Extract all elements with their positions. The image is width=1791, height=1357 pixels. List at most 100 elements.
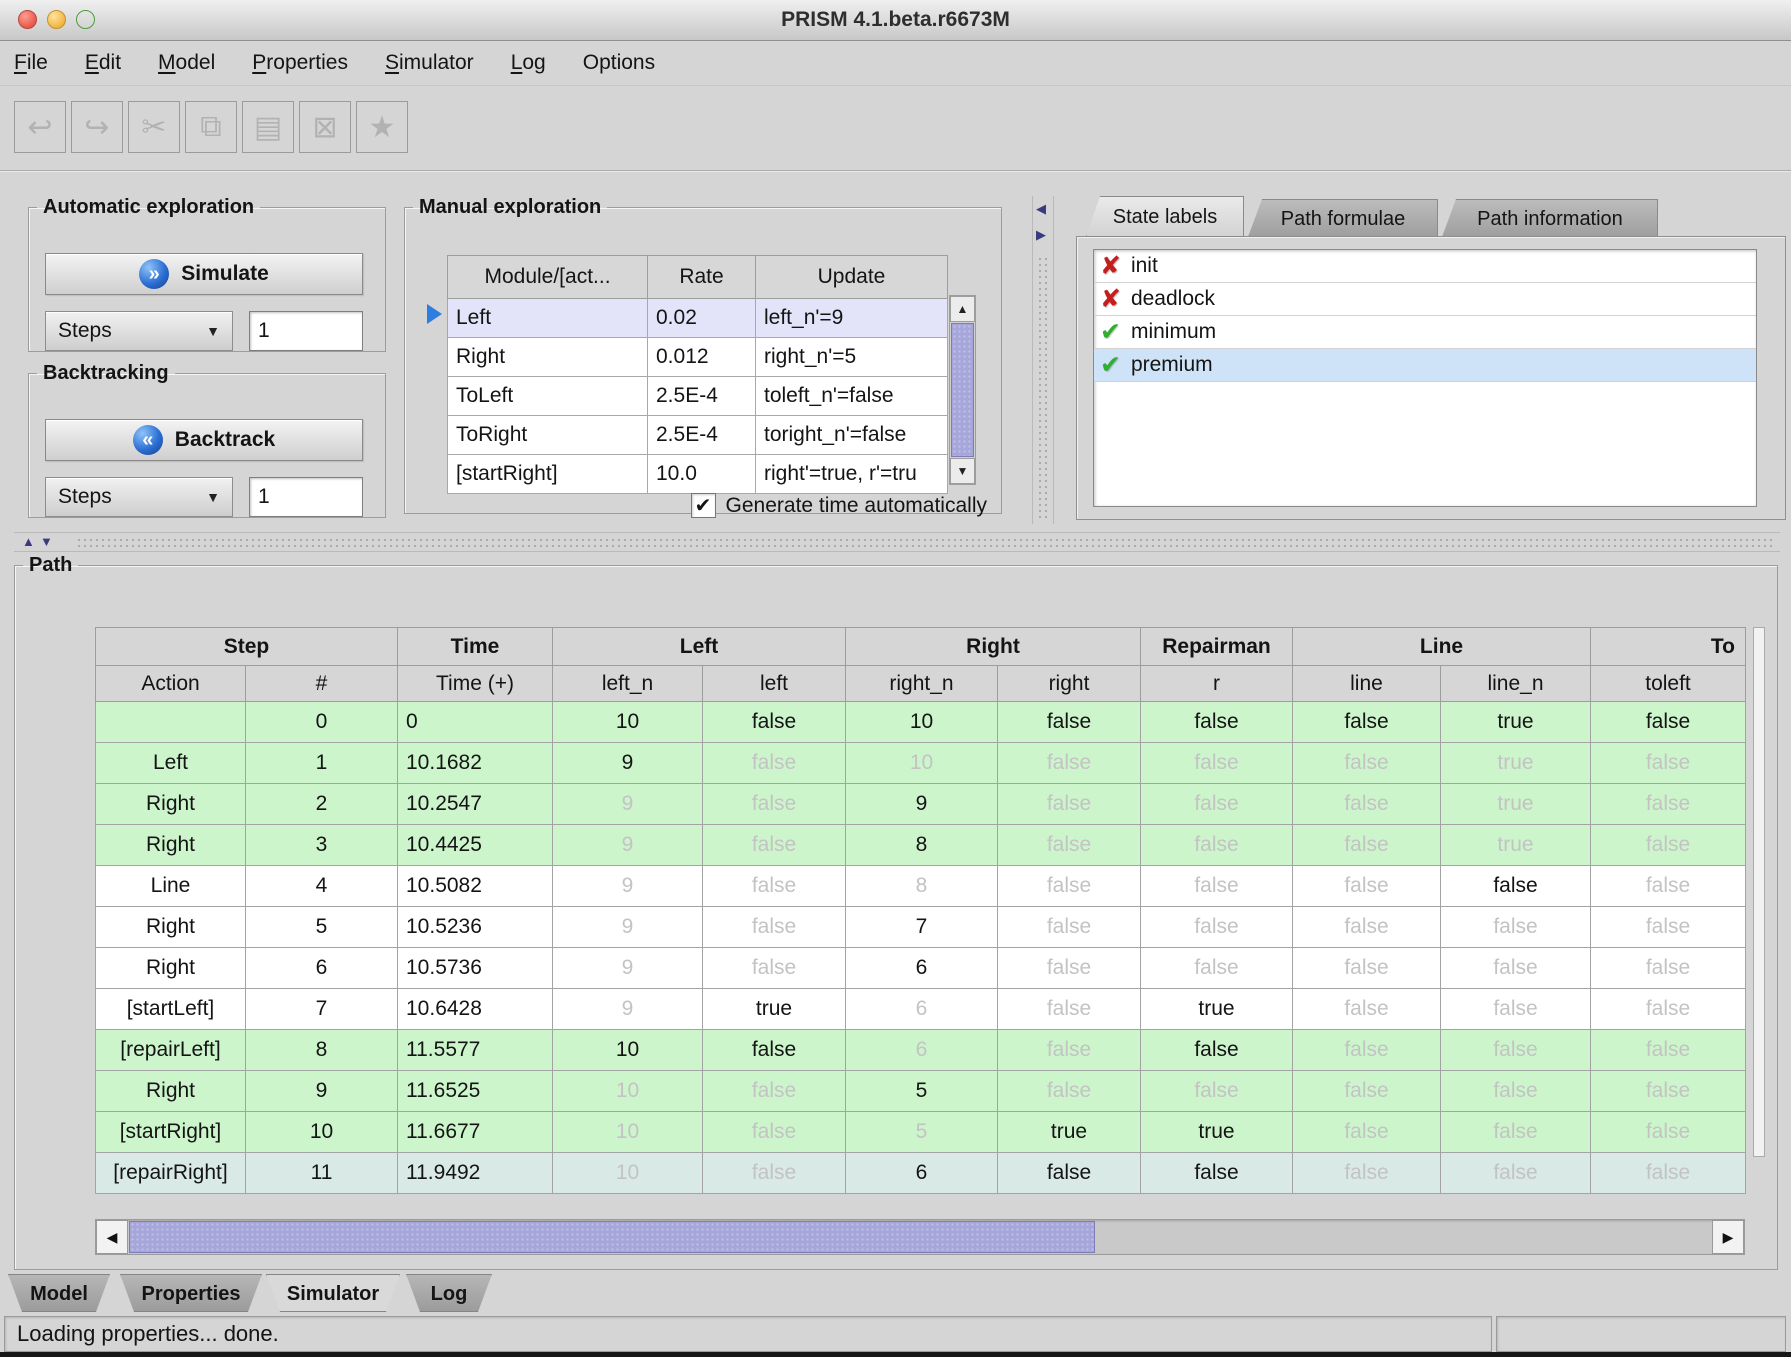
tab-path-information[interactable]: Path information — [1442, 199, 1658, 237]
path-cell[interactable]: false — [1441, 1071, 1591, 1112]
path-cell[interactable]: 10 — [846, 702, 998, 743]
state-label-premium[interactable]: ✔premium — [1094, 349, 1756, 382]
manual-cell[interactable]: 2.5E-4 — [648, 377, 756, 416]
path-cell[interactable] — [96, 702, 246, 743]
backtrack-button[interactable]: « Backtrack — [45, 419, 363, 461]
manual-transition-row[interactable]: [startRight]10.0right'=true, r'=tru — [448, 455, 948, 494]
delete-button[interactable]: ⊠ — [299, 101, 351, 153]
path-cell[interactable]: 10.6428 — [398, 989, 553, 1030]
path-cell[interactable]: Left — [96, 743, 246, 784]
path-cell[interactable]: false — [703, 1153, 846, 1194]
path-cell[interactable]: false — [1293, 743, 1441, 784]
path-cell[interactable]: false — [1591, 825, 1746, 866]
path-cell[interactable]: false — [703, 866, 846, 907]
path-cell[interactable]: [startLeft] — [96, 989, 246, 1030]
manual-cell[interactable]: ToRight — [448, 416, 648, 455]
path-cell[interactable]: false — [1141, 825, 1293, 866]
path-cell[interactable]: false — [1141, 702, 1293, 743]
path-cell[interactable]: false — [1441, 907, 1591, 948]
path-cell[interactable]: false — [1293, 702, 1441, 743]
path-cell[interactable]: false — [703, 743, 846, 784]
path-cell[interactable]: false — [703, 1071, 846, 1112]
tab-path-formulae[interactable]: Path formulae — [1248, 199, 1438, 237]
path-cell[interactable]: Right — [96, 825, 246, 866]
path-cell[interactable]: 7 — [246, 989, 398, 1030]
menu-log[interactable]: Log — [511, 51, 546, 75]
path-cell[interactable]: false — [998, 989, 1141, 1030]
collapse-up-icon[interactable]: ▲ — [22, 535, 35, 548]
path-cell[interactable]: 1 — [246, 743, 398, 784]
path-cell[interactable]: true — [1441, 784, 1591, 825]
manual-cell[interactable]: toright_n'=false — [756, 416, 948, 455]
path-cell[interactable]: 9 — [553, 866, 703, 907]
path-cell[interactable]: false — [703, 948, 846, 989]
path-cell[interactable]: 9 — [553, 989, 703, 1030]
manual-cell[interactable]: Left — [448, 299, 648, 338]
path-cell[interactable]: false — [1293, 1153, 1441, 1194]
path-cell[interactable]: false — [1293, 1030, 1441, 1071]
manual-transition-row[interactable]: Left0.02left_n'=9 — [448, 299, 948, 338]
path-cell[interactable]: false — [1141, 784, 1293, 825]
path-step-row[interactable]: Right510.52369false7falsefalsefalsefalse… — [96, 907, 1746, 948]
scroll-right-icon[interactable]: ▶ — [1712, 1220, 1744, 1254]
path-cell[interactable]: 9 — [553, 825, 703, 866]
tab-log[interactable]: Log — [406, 1274, 492, 1312]
menu-properties[interactable]: Properties — [252, 51, 348, 75]
path-cell[interactable]: false — [998, 1153, 1141, 1194]
path-cell[interactable]: false — [998, 825, 1141, 866]
path-cell[interactable]: 10 — [553, 1153, 703, 1194]
collapse-down-icon[interactable]: ▼ — [40, 535, 53, 548]
path-cell[interactable]: 11.6677 — [398, 1112, 553, 1153]
path-cell[interactable]: 11 — [246, 1153, 398, 1194]
path-cell[interactable]: true — [1441, 825, 1591, 866]
path-cell[interactable]: false — [1591, 784, 1746, 825]
path-cell[interactable]: 10 — [553, 1112, 703, 1153]
path-cell[interactable]: 11.5577 — [398, 1030, 553, 1071]
path-cell[interactable]: true — [1141, 1112, 1293, 1153]
path-cell[interactable]: Right — [96, 948, 246, 989]
simulate-steps-input[interactable] — [249, 311, 363, 351]
path-cell[interactable]: 10 — [553, 1071, 703, 1112]
manual-cell[interactable]: toleft_n'=false — [756, 377, 948, 416]
path-cell[interactable]: false — [998, 866, 1141, 907]
path-step-row[interactable]: Right310.44259false8falsefalsefalsetruef… — [96, 825, 1746, 866]
state-label-deadlock[interactable]: ✘deadlock — [1094, 283, 1756, 316]
path-cell[interactable]: 11.9492 — [398, 1153, 553, 1194]
path-cell[interactable]: false — [1591, 743, 1746, 784]
path-cell[interactable]: false — [1141, 743, 1293, 784]
path-step-row[interactable]: 0010false10falsefalsefalsetruefalse — [96, 702, 1746, 743]
path-cell[interactable]: false — [1293, 825, 1441, 866]
tab-state-labels[interactable]: State labels — [1086, 196, 1244, 237]
path-cell[interactable]: 10.5236 — [398, 907, 553, 948]
path-cell[interactable]: false — [703, 825, 846, 866]
path-cell[interactable]: false — [1591, 702, 1746, 743]
path-cell[interactable]: 10 — [846, 743, 998, 784]
path-cell[interactable]: 2 — [246, 784, 398, 825]
manual-transition-row[interactable]: ToLeft2.5E-4toleft_n'=false — [448, 377, 948, 416]
path-cell[interactable]: 0 — [246, 702, 398, 743]
path-cell[interactable]: false — [998, 784, 1141, 825]
path-cell[interactable]: false — [1293, 907, 1441, 948]
path-cell[interactable]: 3 — [246, 825, 398, 866]
path-cell[interactable]: false — [1293, 989, 1441, 1030]
backtrack-steps-dropdown[interactable]: Steps ▼ — [45, 477, 233, 517]
path-cell[interactable]: 10.1682 — [398, 743, 553, 784]
path-cell[interactable]: false — [1591, 989, 1746, 1030]
path-cell[interactable]: false — [1141, 948, 1293, 989]
menu-file[interactable]: File — [14, 51, 48, 75]
path-cell[interactable]: Line — [96, 866, 246, 907]
collapse-left-icon[interactable]: ◀ — [1036, 202, 1046, 215]
tab-simulator[interactable]: Simulator — [266, 1274, 400, 1312]
path-cell[interactable]: 9 — [846, 784, 998, 825]
path-cell[interactable]: false — [998, 1071, 1141, 1112]
path-cell[interactable]: [repairRight] — [96, 1153, 246, 1194]
path-cell[interactable]: 8 — [846, 866, 998, 907]
path-cell[interactable]: false — [1141, 866, 1293, 907]
path-cell[interactable]: false — [1591, 1030, 1746, 1071]
path-cell[interactable]: 7 — [846, 907, 998, 948]
manual-transition-row[interactable]: Right0.012right_n'=5 — [448, 338, 948, 377]
collapse-right-icon[interactable]: ▶ — [1036, 228, 1046, 241]
path-cell[interactable]: 8 — [846, 825, 998, 866]
path-step-row[interactable]: Right911.652510false5falsefalsefalsefals… — [96, 1071, 1746, 1112]
manual-cell[interactable]: right_n'=5 — [756, 338, 948, 377]
